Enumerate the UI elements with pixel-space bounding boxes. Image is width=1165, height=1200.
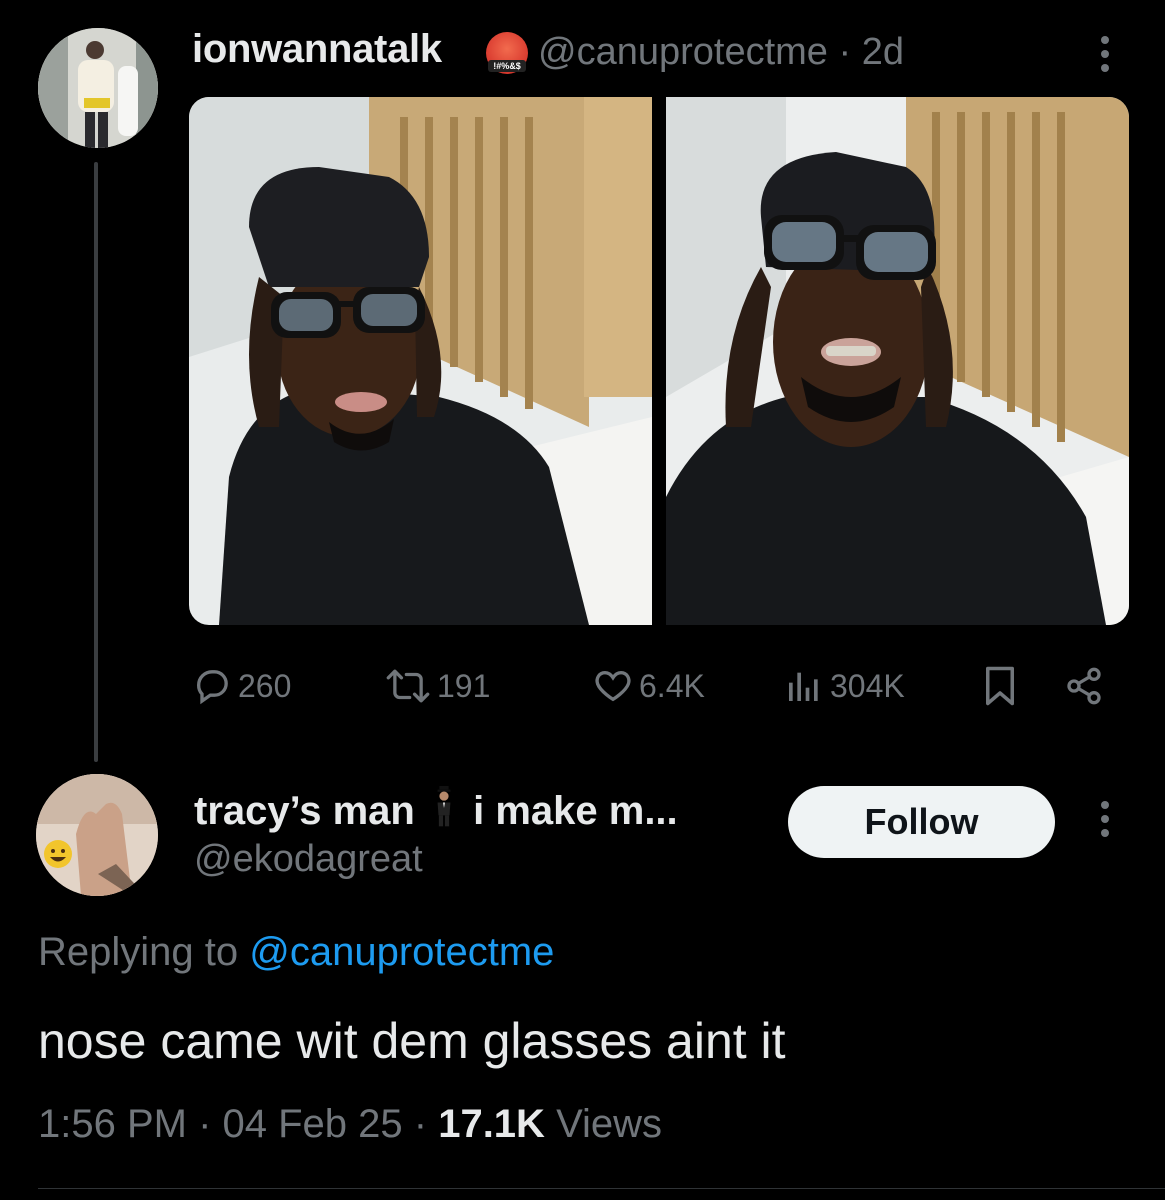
like-count: 6.4K — [639, 667, 705, 704]
reply-author-handle[interactable]: @ekodagreat — [194, 838, 423, 881]
reply-name-part1: tracy’s man — [194, 789, 415, 833]
tweet-photo-2[interactable] — [666, 97, 1129, 625]
reply-count: 260 — [238, 667, 292, 704]
reply-name-part2: i make m... — [473, 789, 678, 833]
reply-bubble-icon — [197, 670, 228, 705]
replying-prefix: Replying to — [38, 930, 250, 974]
reply-time[interactable]: 1:56 PM — [38, 1102, 187, 1146]
emoji-symbols: !#%&$ — [488, 60, 526, 72]
like-action[interactable]: 6.4K — [593, 662, 705, 710]
thread-connector-line — [94, 162, 98, 762]
time-separator: · — [827, 31, 862, 73]
reply-views-label: Views — [544, 1102, 663, 1146]
retweet-action[interactable]: 191 — [385, 662, 490, 710]
views-count: 304K — [830, 667, 905, 704]
author-avatar[interactable] — [38, 28, 158, 148]
tweet-photo-1[interactable] — [189, 97, 652, 625]
author-handle[interactable]: @canuprotectme — [538, 31, 828, 73]
reply-meta: 1:56 PM · 04 Feb 25 · 17.1K Views — [38, 1102, 662, 1147]
meta-separator-2: · — [402, 1102, 439, 1146]
replying-to-mention-link[interactable]: @canuprotectme — [249, 930, 554, 974]
reply-author-display-name[interactable]: tracy’s man i make m... — [194, 786, 678, 834]
divider — [38, 1188, 1165, 1189]
tweet-age[interactable]: 2d — [862, 31, 904, 73]
reply-date[interactable]: 04 Feb 25 — [223, 1102, 403, 1146]
reply-text: nose came wit dem glasses aint it — [38, 1013, 786, 1069]
retweet-icon — [386, 669, 430, 703]
author-display-name[interactable]: ionwannatalk — [192, 27, 442, 72]
reply-action[interactable]: 260 — [192, 662, 291, 710]
reply-more-options-icon[interactable] — [1101, 801, 1109, 843]
analytics-bars-icon — [789, 672, 818, 701]
heart-icon — [595, 670, 631, 702]
reply-author-avatar[interactable] — [36, 774, 158, 896]
views-action[interactable]: 304K — [784, 662, 905, 710]
person-in-suit-levitating-icon — [437, 786, 451, 827]
bookmark-icon[interactable] — [982, 662, 1018, 710]
reply-views-count: 17.1K — [438, 1102, 545, 1146]
replying-to-line: Replying to @canuprotectme — [38, 930, 554, 975]
meta-separator-1: · — [186, 1102, 223, 1146]
follow-button[interactable]: Follow — [788, 786, 1055, 858]
author-handle-and-time[interactable]: @canuprotectme · 2d — [538, 31, 904, 74]
more-options-icon[interactable] — [1101, 36, 1109, 78]
retweet-count: 191 — [437, 667, 491, 704]
share-icon[interactable] — [1062, 662, 1106, 710]
